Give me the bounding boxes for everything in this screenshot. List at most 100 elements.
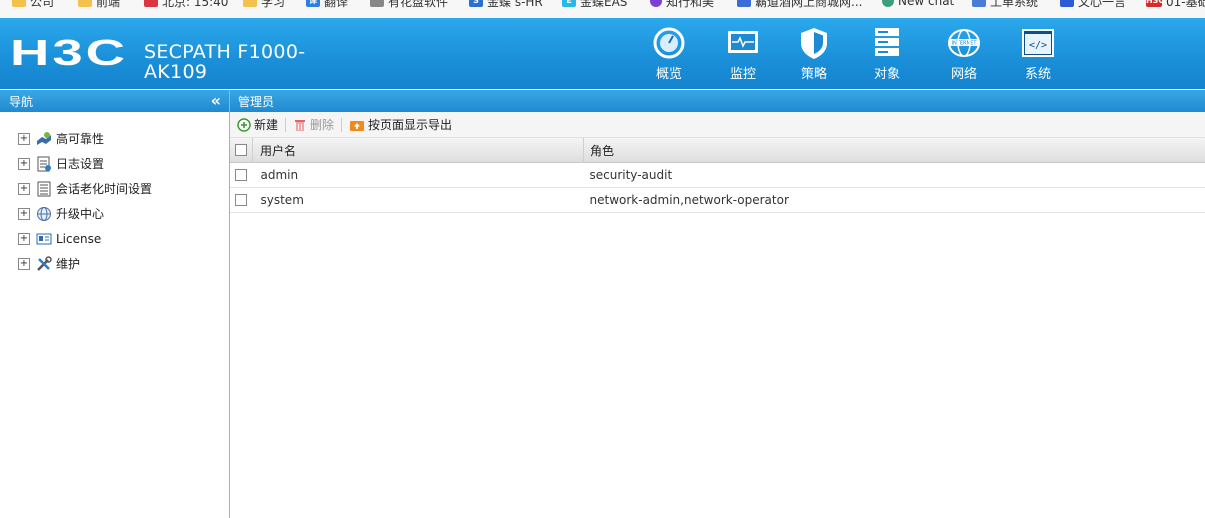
shield-icon <box>801 28 827 59</box>
nav-overview[interactable]: 概览 <box>639 26 699 82</box>
document-icon <box>370 0 384 7</box>
trash-icon <box>295 119 306 131</box>
expand-icon[interactable]: + <box>18 257 30 270</box>
row-checkbox[interactable] <box>235 169 247 181</box>
toolbar-divider <box>285 117 287 132</box>
sidebar-item-session-aging[interactable]: + 会话老化时间设置 <box>18 176 152 201</box>
bookmark-item[interactable]: 知行和美 <box>650 0 714 9</box>
bookmark-item[interactable]: S 金蝶 s-HR <box>469 0 543 9</box>
bookmark-label: 文心一言 <box>1078 0 1127 9</box>
sidebar-item-label: 维护 <box>56 257 81 271</box>
shr-icon: S <box>469 0 483 7</box>
bookmark-label: 前端 <box>96 0 121 9</box>
bookmark-item[interactable]: 霸道酒网上商城网... <box>737 0 862 9</box>
bookmark-item[interactable]: 工单系统 <box>972 0 1038 9</box>
toolbar-divider <box>341 117 343 132</box>
nav-object[interactable]: 对象 <box>857 26 917 82</box>
role-cell: security-audit <box>589 168 673 182</box>
bookmark-label: New chat <box>898 0 955 8</box>
expand-icon[interactable]: + <box>18 232 30 245</box>
new-button[interactable]: 新建 <box>234 116 281 133</box>
bookmark-label: 01-基础 <box>1166 0 1205 9</box>
sidebar-item-license[interactable]: + License <box>18 226 152 251</box>
table-row[interactable]: admin security-audit <box>230 163 1205 188</box>
sidebar-header: 导航 « <box>0 90 229 112</box>
bookmark-label: 有花盘软件 <box>388 0 449 9</box>
nav-label: 监控 <box>729 67 756 82</box>
product-name: SECPATH F1000-AK109 <box>144 41 306 83</box>
username-cell: system <box>260 193 304 207</box>
folder-icon <box>78 0 92 7</box>
eas-icon: E <box>562 0 576 7</box>
h3c-logo: H3C <box>10 32 130 73</box>
sidebar-item-label: 升级中心 <box>56 207 105 221</box>
globe-icon <box>36 206 52 222</box>
export-button-label: 按页面显示导出 <box>368 118 453 132</box>
h3c-icon: H3C <box>1146 0 1164 7</box>
calendar-icon <box>144 0 158 7</box>
sidebar-item-label: License <box>56 231 102 246</box>
folder-icon <box>243 0 257 7</box>
internet-icon: INTERNET <box>948 29 980 57</box>
expand-icon[interactable]: + <box>18 207 30 220</box>
sidebar-item-upgrade-center[interactable]: + 升级中心 <box>18 201 152 226</box>
sidebar-item-label: 日志设置 <box>56 157 105 171</box>
row-checkbox-cell <box>230 163 253 188</box>
bookmark-item[interactable]: 北京: 15:40 <box>144 0 228 9</box>
admin-table: 用户名 角色 admin security-audit system netwo… <box>230 138 1205 213</box>
folder-icon <box>12 0 26 7</box>
nav-monitor[interactable]: 监控 <box>713 26 773 82</box>
bookmark-item[interactable]: H3C01-基础 <box>1146 0 1205 9</box>
monitor-icon <box>728 31 758 53</box>
row-checkbox-cell <box>230 188 253 213</box>
panel-header: 管理员 <box>230 90 1205 112</box>
bookmark-item[interactable]: 译翻译 <box>306 0 348 9</box>
gauge-icon <box>653 27 685 59</box>
page-title: 管理员 <box>238 94 275 109</box>
delete-button-label: 删除 <box>310 118 335 132</box>
svg-text:INTERNET: INTERNET <box>952 41 978 47</box>
expand-icon[interactable]: + <box>18 157 30 170</box>
handshake-icon <box>36 131 52 147</box>
bookmark-item[interactable]: 公司 <box>12 0 54 9</box>
nav-tree: + 高可靠性 + 日志设置 + 会话老化时间设置 + 升级中心 + Licens… <box>18 126 152 276</box>
username-cell: admin <box>260 168 299 182</box>
nav-policy[interactable]: 策略 <box>784 26 844 82</box>
bookmark-item[interactable]: 学习 <box>243 0 285 9</box>
sidebar: 导航 « + 高可靠性 + 日志设置 + 会话老化时间设置 + 升级中心 + L… <box>0 90 230 518</box>
nav-label: 策略 <box>800 67 827 82</box>
delete-button[interactable]: 删除 <box>290 116 337 133</box>
sidebar-item-label: 会话老化时间设置 <box>56 182 153 196</box>
ticket-icon <box>972 0 986 7</box>
row-checkbox[interactable] <box>235 194 247 206</box>
expand-icon[interactable]: + <box>18 182 30 195</box>
server-icon <box>875 28 899 56</box>
bookmark-item[interactable]: New chat <box>882 0 954 9</box>
nav-label: 网络 <box>950 67 977 82</box>
tools-icon <box>36 255 52 272</box>
bookmark-item[interactable]: 有花盘软件 <box>370 0 448 9</box>
translate-icon: 译 <box>306 0 320 7</box>
table-row[interactable]: system network-admin,network-operator <box>230 188 1205 213</box>
nav-system[interactable]: </> 系统 <box>1008 26 1068 82</box>
column-header-role[interactable]: 角色 <box>584 138 1205 163</box>
sidebar-title: 导航 <box>9 94 34 109</box>
sidebar-item-high-availability[interactable]: + 高可靠性 <box>18 126 152 151</box>
new-button-label: 新建 <box>254 118 279 132</box>
bookmark-label: 学习 <box>261 0 286 9</box>
collapse-sidebar-button[interactable]: « <box>211 93 221 109</box>
select-all-checkbox[interactable] <box>235 144 247 156</box>
column-header-username[interactable]: 用户名 <box>252 138 584 163</box>
log-icon <box>36 156 52 172</box>
nav-label: 系统 <box>1024 67 1051 82</box>
export-button[interactable]: 按页面显示导出 <box>346 116 455 133</box>
expand-icon[interactable]: + <box>18 132 30 145</box>
nav-label: 对象 <box>873 67 900 82</box>
sidebar-item-log-settings[interactable]: + 日志设置 <box>18 151 152 176</box>
bookmark-item[interactable]: E 金蝶EAS <box>562 0 627 9</box>
bookmark-item[interactable]: 前端 <box>78 0 120 9</box>
shop-icon <box>737 0 751 7</box>
bookmark-item[interactable]: 文心一言 <box>1060 0 1126 9</box>
nav-network[interactable]: INTERNET 网络 <box>934 26 994 82</box>
sidebar-item-maintenance[interactable]: + 维护 <box>18 251 152 276</box>
